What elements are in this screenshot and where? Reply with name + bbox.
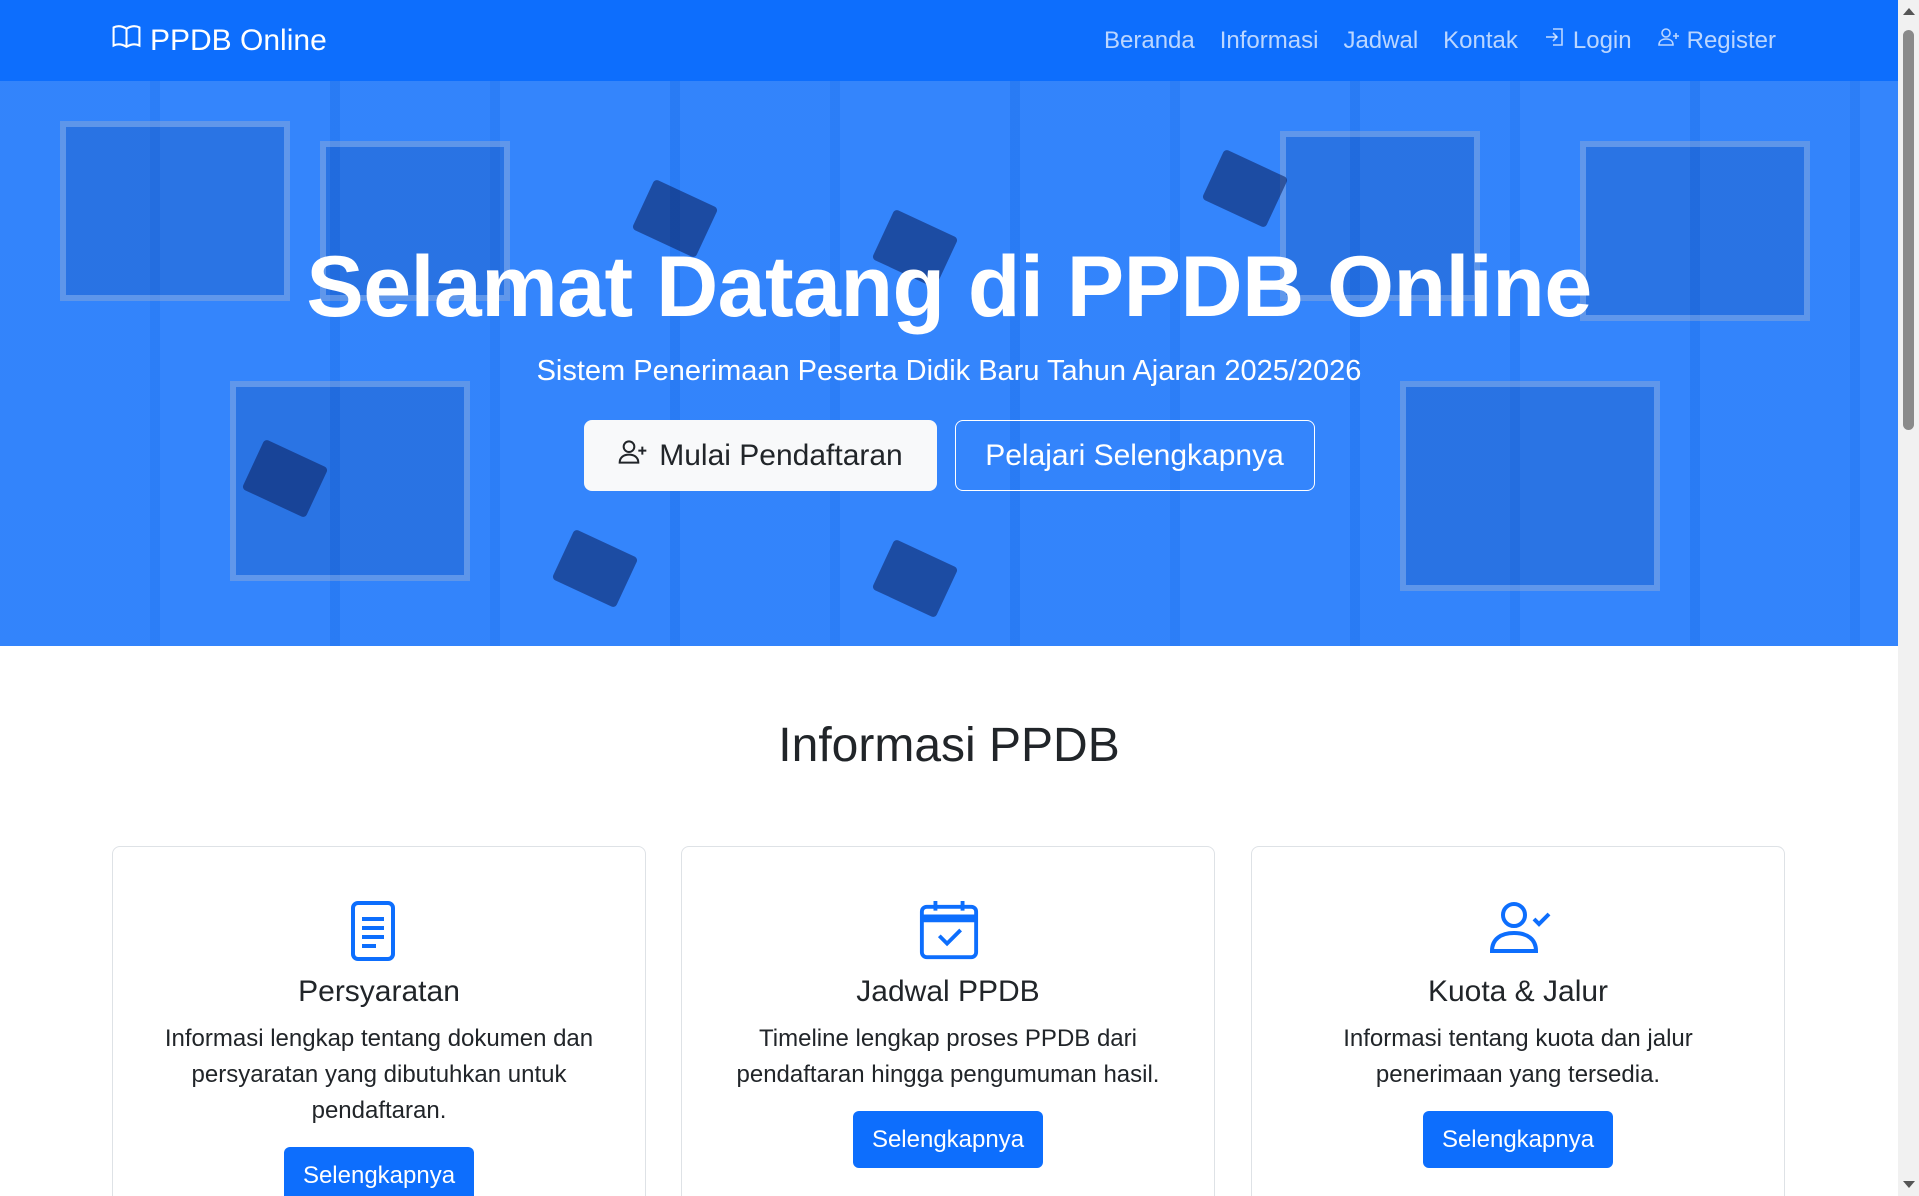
start-registration-label: Mulai Pendaftaran bbox=[659, 438, 903, 472]
start-registration-button[interactable]: Mulai Pendaftaran bbox=[583, 420, 937, 491]
nav-link-jadwal[interactable]: Jadwal bbox=[1343, 27, 1418, 55]
book-icon bbox=[111, 21, 142, 60]
hero-section: Selamat Datang di PPDB Online Sistem Pen… bbox=[0, 81, 1898, 646]
nav-link-beranda[interactable]: Beranda bbox=[1104, 27, 1195, 55]
brand-name: PPDB Online bbox=[150, 23, 327, 57]
card-more-button[interactable]: Selengkapnya bbox=[852, 1111, 1044, 1168]
page-viewport: PPDB Online Beranda Informasi Jadwal Kon… bbox=[0, 0, 1898, 1196]
hero-title: Selamat Datang di PPDB Online bbox=[306, 239, 1592, 335]
nav-link-informasi[interactable]: Informasi bbox=[1220, 27, 1319, 55]
scrollbar-thumb[interactable] bbox=[1903, 30, 1914, 430]
card-more-button[interactable]: Selengkapnya bbox=[283, 1147, 475, 1196]
info-section-title: Informasi PPDB bbox=[778, 719, 1120, 772]
card-title: Persyaratan bbox=[298, 975, 460, 1008]
hero-content: Selamat Datang di PPDB Online Sistem Pen… bbox=[0, 81, 1898, 646]
login-icon bbox=[1543, 25, 1567, 56]
nav-link-kontak[interactable]: Kontak bbox=[1443, 27, 1518, 55]
scroll-down-arrow-icon[interactable] bbox=[1903, 1181, 1915, 1188]
scroll-up-arrow-icon[interactable] bbox=[1903, 8, 1915, 15]
nav-links: Beranda Informasi Jadwal Kontak Login Re… bbox=[1104, 25, 1776, 56]
hero-buttons: Mulai Pendaftaran Pelajari Selengkapnya bbox=[583, 420, 1315, 491]
nav-link-login[interactable]: Login bbox=[1543, 25, 1632, 56]
card-text: Informasi tentang kuota dan jalur peneri… bbox=[1343, 1025, 1693, 1088]
info-card-kuota: Kuota & Jalur Informasi tentang kuota da… bbox=[1251, 846, 1785, 1196]
info-card-persyaratan: Persyaratan Informasi lengkap tentang do… bbox=[112, 846, 646, 1196]
learn-more-button[interactable]: Pelajari Selengkapnya bbox=[954, 420, 1315, 491]
user-check-icon bbox=[1488, 899, 1551, 963]
info-card-jadwal: Jadwal PPDB Timeline lengkap proses PPDB… bbox=[681, 846, 1215, 1196]
hero-subtitle: Sistem Penerimaan Peserta Didik Baru Tah… bbox=[536, 355, 1362, 387]
brand-link[interactable]: PPDB Online bbox=[111, 21, 327, 60]
card-title: Kuota & Jalur bbox=[1427, 975, 1609, 1008]
card-text: Informasi lengkap tentang dokumen dan pe… bbox=[164, 1025, 594, 1124]
card-more-button[interactable]: Selengkapnya bbox=[1422, 1111, 1614, 1168]
vertical-scrollbar[interactable] bbox=[1898, 0, 1919, 1196]
document-icon bbox=[349, 899, 409, 963]
register-icon bbox=[1657, 25, 1681, 56]
top-navbar: PPDB Online Beranda Informasi Jadwal Kon… bbox=[0, 0, 1898, 81]
nav-login-label: Login bbox=[1572, 26, 1632, 54]
nav-link-register[interactable]: Register bbox=[1657, 25, 1776, 56]
card-text: Timeline lengkap proses PPDB dari pendaf… bbox=[736, 1025, 1160, 1088]
card-title: Jadwal PPDB bbox=[856, 975, 1040, 1008]
calendar-check-icon bbox=[918, 899, 979, 963]
user-plus-icon bbox=[617, 436, 649, 476]
nav-register-label: Register bbox=[1686, 26, 1776, 54]
